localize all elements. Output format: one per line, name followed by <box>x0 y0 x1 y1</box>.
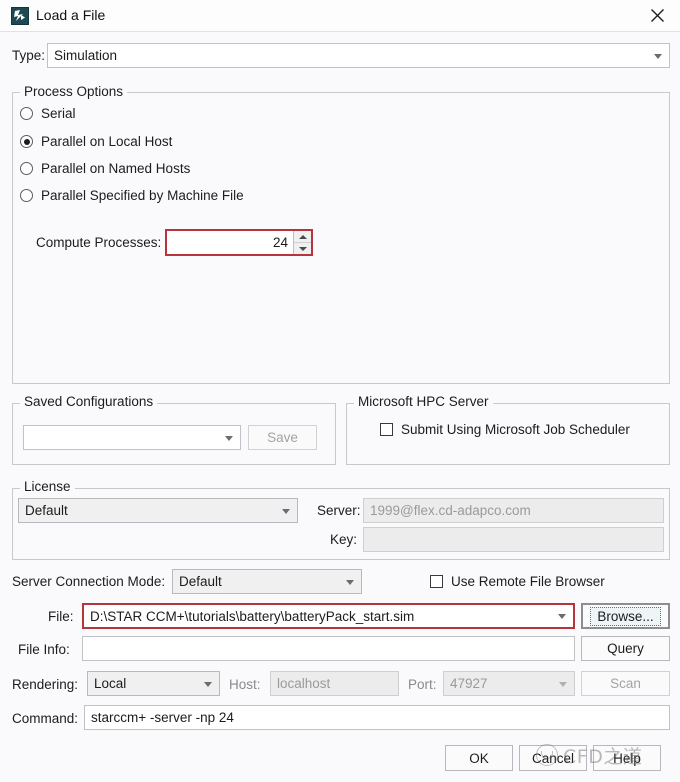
host-label: Host: <box>229 677 261 692</box>
server-connection-mode-label: Server Connection Mode: <box>12 574 166 589</box>
help-button-label: Help <box>613 750 641 766</box>
cancel-button-label: Cancel <box>531 750 575 766</box>
file-info-label: File Info: <box>18 642 70 657</box>
radio-parallel-machine-file-indicator <box>20 189 33 202</box>
submit-job-scheduler-checkbox[interactable]: Submit Using Microsoft Job Scheduler <box>380 422 630 437</box>
command-label: Command: <box>12 711 79 726</box>
radio-serial[interactable]: Serial <box>20 106 76 121</box>
load-a-file-dialog: Load a File Type: Simulation Process Opt… <box>0 0 680 782</box>
file-info-field[interactable] <box>82 636 575 661</box>
rendering-label: Rendering: <box>12 677 79 692</box>
rendering-combo-value: Local <box>94 676 127 691</box>
chevron-down-icon <box>204 681 212 687</box>
radio-serial-indicator <box>20 107 33 120</box>
saved-configurations-combo[interactable] <box>23 425 241 450</box>
radio-parallel-machine-file[interactable]: Parallel Specified by Machine File <box>20 188 244 203</box>
save-button[interactable]: Save <box>248 425 317 450</box>
server-connection-mode-value: Default <box>179 574 222 589</box>
query-button[interactable]: Query <box>581 636 670 661</box>
chevron-down-icon <box>558 614 566 619</box>
save-button-label: Save <box>267 430 298 445</box>
ok-button[interactable]: OK <box>445 745 513 771</box>
file-label: File: <box>48 609 74 624</box>
license-server-field: 1999@flex.cd-adapco.com <box>363 498 664 523</box>
host-field: localhost <box>270 671 399 696</box>
rendering-combo[interactable]: Local <box>87 671 220 696</box>
title-bar: Load a File <box>0 0 680 32</box>
type-label: Type: <box>12 48 46 63</box>
cancel-button[interactable]: Cancel <box>519 745 587 771</box>
submit-job-scheduler-label: Submit Using Microsoft Job Scheduler <box>401 422 630 437</box>
radio-serial-label: Serial <box>41 106 76 121</box>
browse-button-label: Browse... <box>590 606 661 626</box>
server-connection-mode-combo[interactable]: Default <box>172 569 362 594</box>
chevron-down-icon <box>282 508 290 514</box>
compute-processes-spin-buttons[interactable] <box>293 231 311 254</box>
chevron-down-icon <box>346 579 354 585</box>
query-button-label: Query <box>607 641 644 656</box>
license-key-field <box>363 527 664 552</box>
spinner-down-icon[interactable] <box>294 243 311 254</box>
window-title: Load a File <box>36 7 106 23</box>
port-label: Port: <box>408 677 437 692</box>
command-value: starccm+ -server -np 24 <box>91 710 234 725</box>
chevron-down-icon <box>559 681 567 687</box>
close-icon[interactable] <box>634 0 680 31</box>
saved-configurations-title: Saved Configurations <box>20 394 158 409</box>
help-button[interactable]: Help <box>593 745 661 771</box>
file-path-value: D:\STAR CCM+\tutorials\battery\batteryPa… <box>90 608 415 624</box>
spinner-up-icon[interactable] <box>294 231 311 243</box>
process-options-title: Process Options <box>20 84 128 99</box>
star-ccm-app-icon <box>11 7 29 25</box>
use-remote-file-browser-checkbox[interactable]: Use Remote File Browser <box>430 574 605 589</box>
use-remote-file-browser-box <box>430 575 443 588</box>
submit-job-scheduler-box <box>380 423 393 436</box>
scan-button-label: Scan <box>610 676 641 691</box>
compute-processes-label: Compute Processes: <box>36 235 162 250</box>
host-value: localhost <box>277 676 331 691</box>
radio-parallel-named-hosts-label: Parallel on Named Hosts <box>41 161 191 176</box>
chevron-down-icon <box>225 435 233 441</box>
command-field[interactable]: starccm+ -server -np 24 <box>84 705 670 730</box>
ok-button-label: OK <box>469 750 489 766</box>
use-remote-file-browser-label: Use Remote File Browser <box>451 574 605 589</box>
compute-processes-stepper[interactable]: 24 <box>165 229 313 256</box>
radio-parallel-machine-file-label: Parallel Specified by Machine File <box>41 188 244 203</box>
license-server-value: 1999@flex.cd-adapco.com <box>370 503 531 518</box>
license-key-label: Key: <box>330 532 358 547</box>
chevron-down-icon <box>654 53 662 59</box>
license-combo[interactable]: Default <box>18 498 298 523</box>
radio-parallel-named-hosts[interactable]: Parallel on Named Hosts <box>20 161 190 176</box>
browse-button[interactable]: Browse... <box>581 603 670 629</box>
compute-processes-value: 24 <box>272 235 288 250</box>
license-server-label: Server: <box>317 503 361 518</box>
scan-button[interactable]: Scan <box>581 671 670 696</box>
file-path-combo[interactable]: D:\STAR CCM+\tutorials\battery\batteryPa… <box>82 603 575 629</box>
radio-parallel-local-host-label: Parallel on Local Host <box>41 134 173 149</box>
port-value: 47927 <box>450 676 488 691</box>
type-combo-value: Simulation <box>54 48 118 63</box>
license-title: License <box>20 479 75 494</box>
port-combo: 47927 <box>443 671 575 696</box>
license-combo-value: Default <box>25 503 68 518</box>
radio-parallel-local-host[interactable]: Parallel on Local Host <box>20 134 172 149</box>
radio-parallel-local-host-indicator <box>20 135 33 148</box>
radio-parallel-named-hosts-indicator <box>20 162 33 175</box>
hpc-server-title: Microsoft HPC Server <box>354 394 493 409</box>
type-combo[interactable]: Simulation <box>47 43 670 68</box>
